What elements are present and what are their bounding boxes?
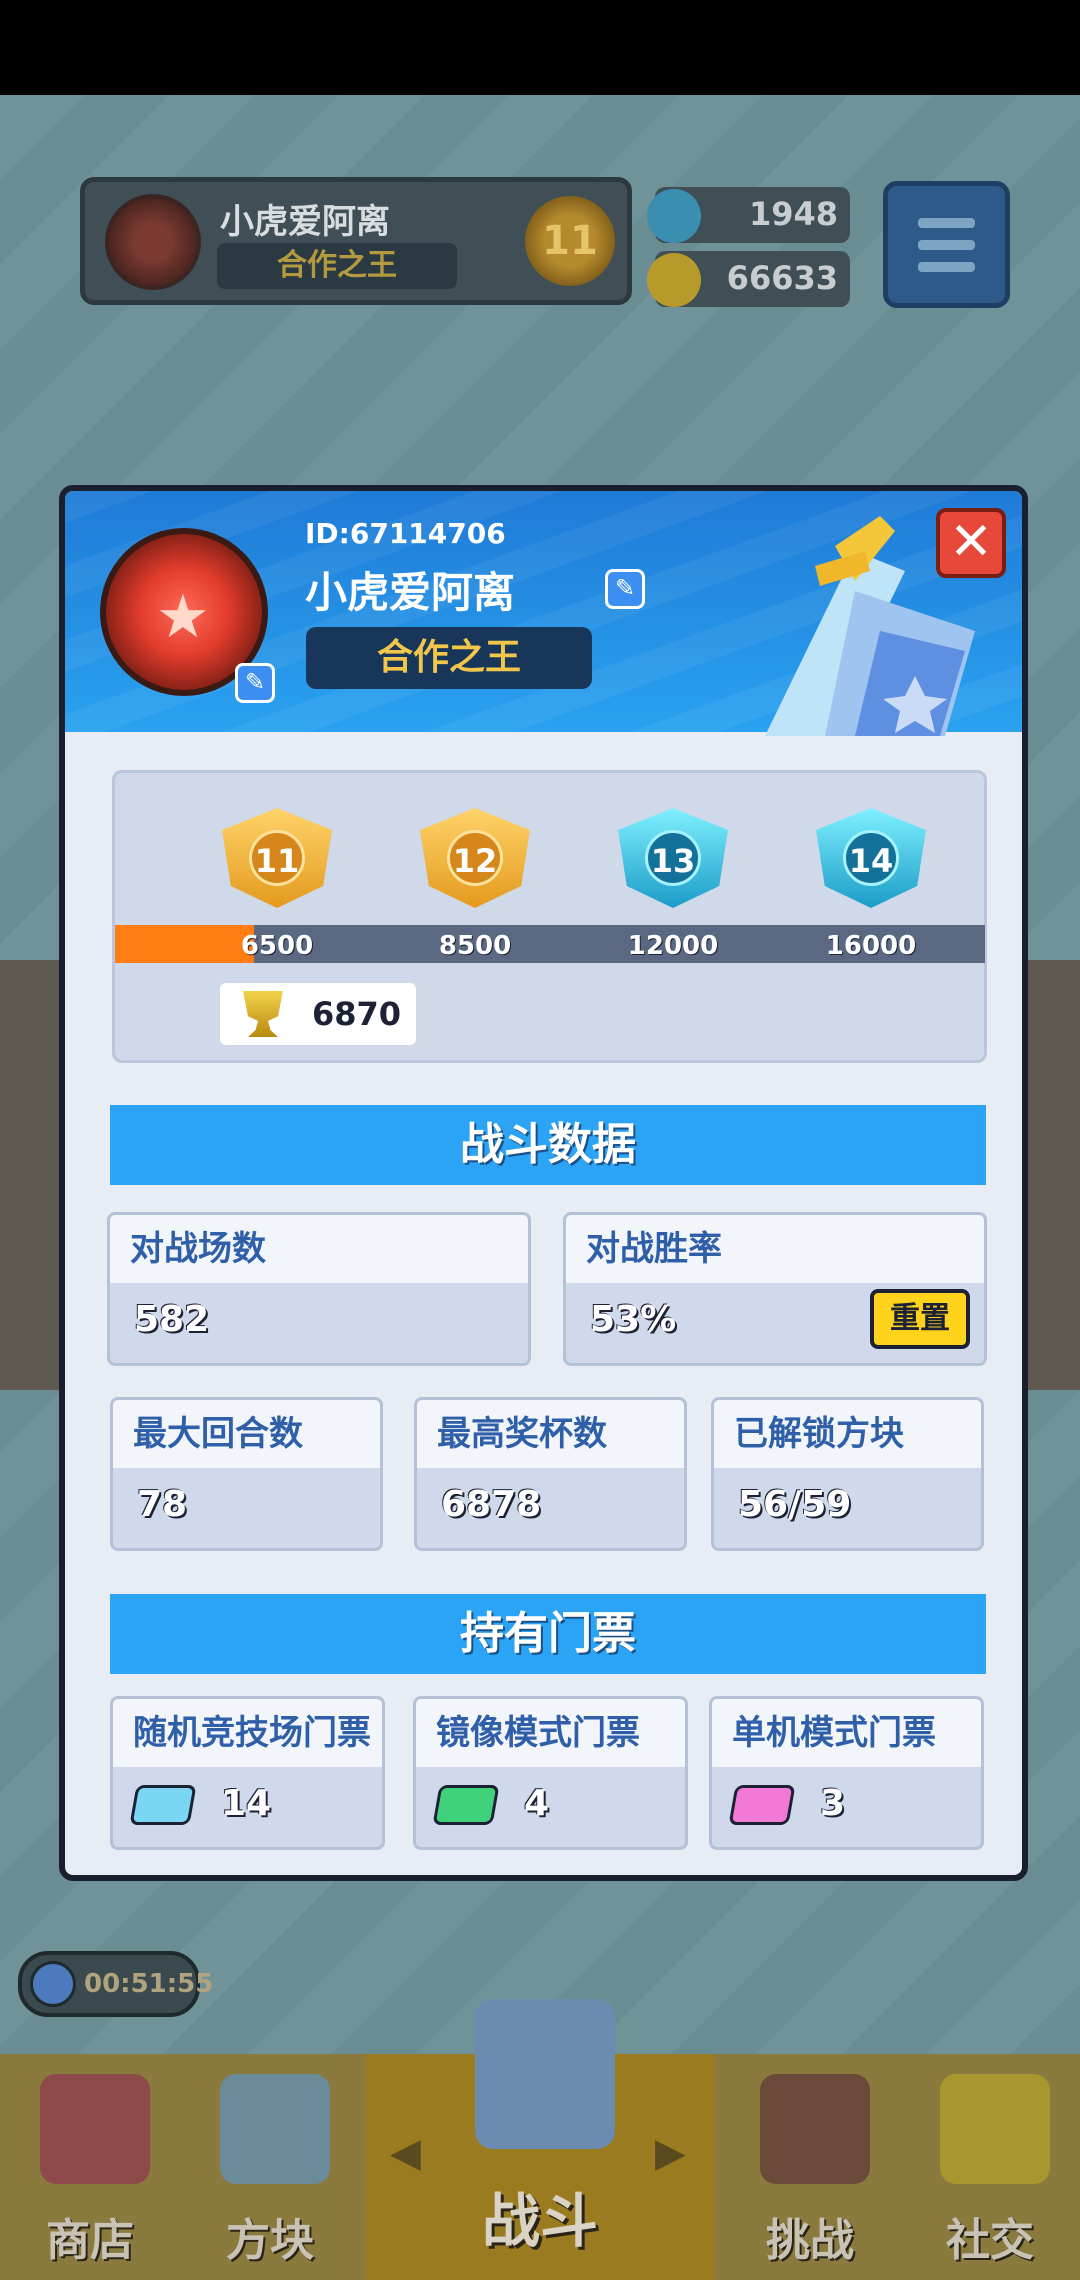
header-player-title: 合作之王 [217,243,457,289]
header-player-name: 小虎爱阿离 [220,202,390,242]
shop-icon [40,2074,150,2184]
coins-counter[interactable]: 66633 [647,251,850,307]
ticket-card: 镜像模式门票 4 [413,1696,688,1850]
tickets-heading: 持有门票 [110,1594,986,1674]
coin-icon [647,253,701,307]
rank-progress-panel: 11 12 13 14 6500 8500 12000 16000 6870 [112,770,987,1063]
blocks-value: 56/59 [738,1484,852,1525]
current-trophies: 6870 [220,983,416,1045]
gem-icon [647,189,701,243]
threshold-label: 12000 [627,931,719,961]
close-button[interactable]: ✕ [936,508,1006,578]
challenge-icon [760,2074,870,2184]
ticket-label: 随机竞技场门票 [113,1699,382,1767]
current-trophies-value: 6870 [312,995,402,1033]
edit-avatar-icon[interactable]: ✎ [235,663,275,703]
nav-social-label: 社交 [946,2215,1034,2266]
threshold-label: 6500 [240,931,314,961]
max-trophies-label: 最高奖杯数 [417,1400,684,1468]
winrate-label: 对战胜率 [566,1215,984,1283]
winrate-value: 53% [590,1299,677,1340]
battle-icon [475,1999,615,2149]
blocks-icon [220,2074,330,2184]
rank-14-badge-icon: 14 [816,808,926,908]
coins-value: 66633 [726,259,838,297]
player-name: 小虎爱阿离 [305,568,516,617]
max-trophies-card: 最高奖杯数 6878 [414,1397,687,1551]
matches-value: 582 [134,1299,210,1340]
max-rounds-card: 最大回合数 78 [110,1397,383,1551]
nav-shop-label: 商店 [46,2215,134,2266]
max-rounds-label: 最大回合数 [113,1400,380,1468]
nav-social[interactable]: 社交 [900,2054,1080,2280]
clock-icon [30,1961,76,2007]
nav-battle-label: 战斗 [481,2187,598,2255]
max-trophies-value: 6878 [441,1484,542,1525]
social-icon [940,2074,1050,2184]
nav-challenge-label: 挑战 [766,2215,854,2266]
ticket-label: 单机模式门票 [712,1699,981,1767]
matches-card: 对战场数 582 [107,1212,531,1366]
gems-counter[interactable]: 1948 [647,187,850,243]
reset-button[interactable]: 重置 [870,1289,970,1349]
profile-modal: ★ ✎ ID:67114706 小虎爱阿离 ✎ 合作之王 ✕ 11 12 13 … [59,485,1028,1881]
rank-12-badge-icon: 12 [420,808,530,908]
rank-progress-bar: 6500 8500 12000 16000 [115,925,985,963]
player-id: ID:67114706 [305,517,506,550]
nav-blocks-label: 方块 [226,2215,314,2266]
rank-badge-icon: 11 [525,196,615,286]
arena-ticket-icon [129,1785,197,1825]
rank-11-badge-icon: 11 [222,808,332,908]
winrate-card: 对战胜率 53% 重置 [563,1212,987,1366]
header-profile-card[interactable]: 小虎爱阿离 合作之王 11 [80,177,632,305]
nav-next-arrow-icon[interactable]: ▶ [655,2130,686,2176]
max-rounds-value: 78 [137,1484,188,1525]
timer-value: 00:51:55 [84,1969,214,1999]
avatar [105,194,201,290]
background-panel-left [0,960,60,1390]
threshold-label: 16000 [825,931,917,961]
ticket-card: 单机模式门票 3 [709,1696,984,1850]
mirror-ticket-icon [432,1785,500,1825]
blocks-card: 已解锁方块 56/59 [711,1397,984,1551]
ticket-count: 3 [820,1783,846,1824]
ticket-label: 镜像模式门票 [416,1699,685,1767]
rank-13-badge-icon: 13 [618,808,728,908]
ticket-card: 随机竞技场门票 14 [110,1696,385,1850]
blocks-label: 已解锁方块 [714,1400,981,1468]
nav-challenge[interactable]: 挑战 [720,2054,900,2280]
menu-button[interactable] [883,181,1010,308]
threshold-label: 8500 [438,931,512,961]
battle-data-heading: 战斗数据 [110,1105,986,1185]
status-bar [0,0,1080,95]
player-title[interactable]: 合作之王 [306,627,592,689]
star-icon: ★ [156,582,210,652]
nav-shop[interactable]: 商店 [0,2054,180,2280]
background-panel-right [1020,960,1080,1390]
trophy-icon [243,991,283,1037]
ticket-count: 4 [524,1783,550,1824]
matches-label: 对战场数 [110,1215,528,1283]
solo-ticket-icon [728,1785,796,1825]
event-timer[interactable]: 00:51:55 [18,1951,213,2017]
ticket-count: 14 [221,1783,272,1824]
edit-name-icon[interactable]: ✎ [605,569,645,609]
nav-blocks[interactable]: 方块 [180,2054,360,2280]
gems-value: 1948 [748,195,838,233]
